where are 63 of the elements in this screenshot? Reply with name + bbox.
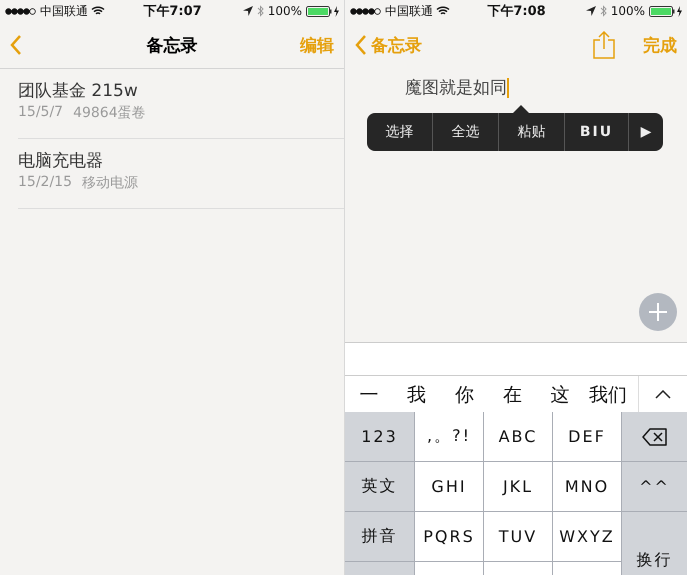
letter-key[interactable]: PQRS <box>415 512 483 561</box>
note-preview: 移动电源 <box>82 174 138 192</box>
letter-key[interactable]: MNO <box>553 462 621 511</box>
letter-key[interactable]: JKL <box>484 462 552 511</box>
letter-key[interactable]: ABC <box>484 412 552 461</box>
bluetooth-icon <box>600 5 607 17</box>
signal-icon <box>350 8 382 14</box>
caret-up-icon <box>655 390 671 399</box>
note-date: 15/5/7 <box>18 104 64 122</box>
wifi-icon <box>91 6 105 16</box>
carrier-name: 中国联通 <box>385 2 433 20</box>
back-chevron-icon <box>10 35 22 55</box>
return-key[interactable]: 换行 <box>622 512 687 575</box>
candidate-word[interactable]: 你 <box>440 382 488 408</box>
more-button[interactable]: ▶ <box>629 113 663 151</box>
note-text[interactable]: 魔图就是如同 <box>405 76 507 99</box>
status-time: 下午7:08 <box>487 4 546 19</box>
wifi-icon <box>436 6 450 16</box>
menu-item[interactable]: 选择 <box>367 113 433 151</box>
candidate-word[interactable]: 在 <box>488 382 536 408</box>
letter-key[interactable]: DEF <box>553 412 621 461</box>
emoticon-key[interactable]: ^^ <box>622 462 687 511</box>
battery-charging-icon <box>306 6 340 16</box>
keyboard-key[interactable] <box>345 562 414 575</box>
delete-icon <box>642 428 668 446</box>
note-title[interactable]: 电脑充电器 <box>18 149 344 172</box>
battery-percent: 100% <box>610 4 645 18</box>
letter-key[interactable]: ,。?! <box>415 412 483 461</box>
plus-icon <box>648 302 668 322</box>
carrier-name: 中国联通 <box>40 2 88 20</box>
mode-key[interactable]: 123 <box>345 412 414 461</box>
format-button[interactable]: BIU <box>565 113 629 151</box>
location-icon <box>242 6 253 16</box>
note-preview: 49864蛋卷 <box>73 104 146 122</box>
back-button[interactable] <box>10 35 22 55</box>
share-icon[interactable] <box>593 31 615 59</box>
location-icon <box>586 6 596 16</box>
letter-key[interactable]: WXYZ <box>553 512 621 561</box>
menu-item[interactable]: 全选 <box>433 113 499 151</box>
text-cursor <box>507 78 509 98</box>
keyboard-key[interactable] <box>484 562 552 575</box>
mode-key[interactable]: 英文 <box>345 462 414 511</box>
back-chevron-icon <box>355 35 367 55</box>
bluetooth-icon <box>256 5 264 17</box>
keyboard-key[interactable] <box>415 562 483 575</box>
candidate-word[interactable]: 我 <box>392 382 441 408</box>
letter-key[interactable]: GHI <box>415 462 483 511</box>
menu-item[interactable]: 粘贴 <box>499 113 565 151</box>
add-button[interactable] <box>639 293 677 331</box>
mode-key[interactable]: 拼音 <box>345 512 414 561</box>
note-title[interactable]: 团队基金 215w <box>18 79 344 102</box>
keyboard-key[interactable] <box>553 562 621 575</box>
letter-key[interactable]: TUV <box>484 512 552 561</box>
battery-charging-icon <box>649 6 683 16</box>
note-date: 15/2/15 <box>18 174 72 192</box>
delete-key[interactable] <box>622 412 687 461</box>
candidate-word[interactable]: 这 <box>536 382 584 408</box>
candidate-word[interactable]: 我们 <box>584 382 632 408</box>
nav-title: 备忘录 <box>146 36 198 56</box>
candidate-word[interactable]: 一 <box>345 382 393 408</box>
signal-icon <box>5 8 37 14</box>
status-time: 下午7:07 <box>143 4 202 19</box>
battery-percent: 100% <box>268 4 302 18</box>
